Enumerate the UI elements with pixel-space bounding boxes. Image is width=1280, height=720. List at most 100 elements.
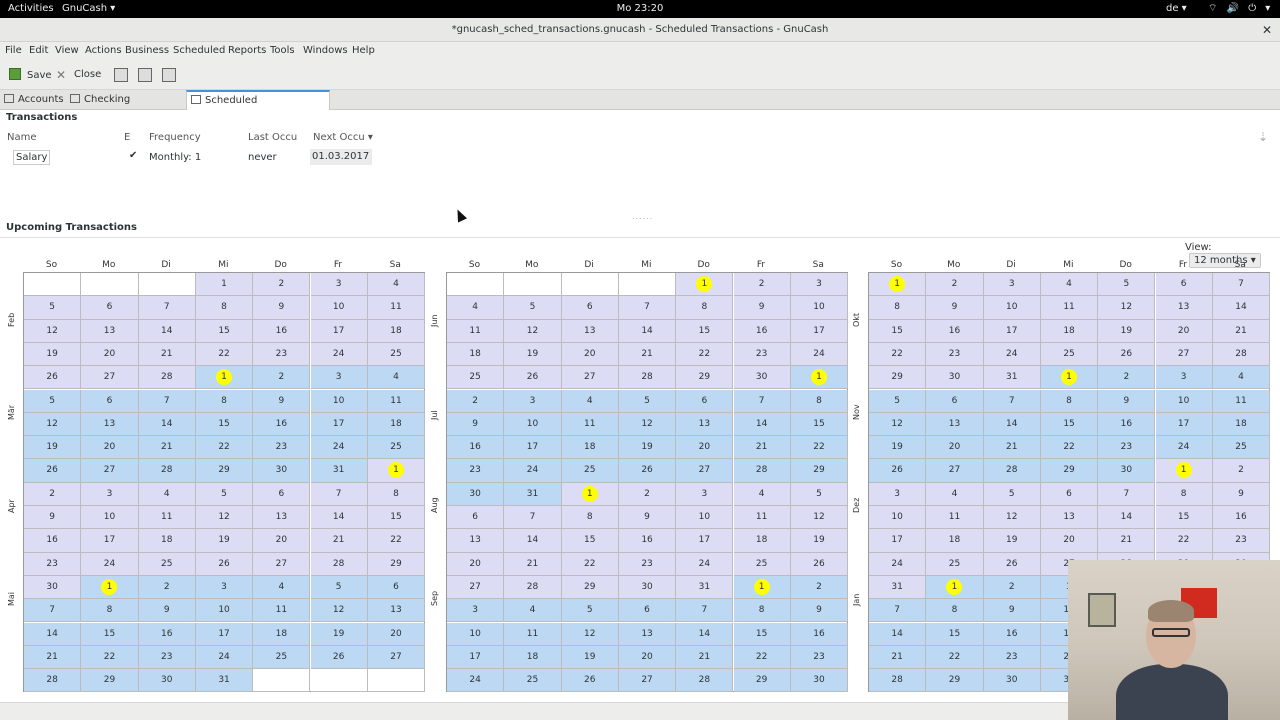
column-next-occurrence[interactable]: Next Occu ▾ xyxy=(313,132,373,143)
calendar-day-scheduled[interactable]: 1 xyxy=(790,366,849,390)
calendar-day[interactable]: 25 xyxy=(367,436,426,460)
calendar-day-scheduled[interactable]: 1 xyxy=(195,366,254,390)
calendar-day[interactable]: 10 xyxy=(869,506,927,530)
calendar-day[interactable]: 24 xyxy=(195,645,254,670)
menu-tools[interactable]: Tools xyxy=(270,45,295,56)
calendar-day[interactable]: 25 xyxy=(561,459,619,483)
calendar-day[interactable]: 6 xyxy=(81,296,139,320)
calendar-day[interactable]: 26 xyxy=(1098,342,1156,367)
calendar-day[interactable]: 23 xyxy=(24,552,82,576)
calendar-day[interactable]: 3 xyxy=(504,389,562,413)
calendar-day[interactable]: 30 xyxy=(1098,459,1156,483)
calendar-day[interactable]: 27 xyxy=(253,552,311,576)
calendar-day[interactable]: 24 xyxy=(676,552,734,576)
calendar-day[interactable]: 19 xyxy=(504,342,562,367)
calendar-day[interactable]: 5 xyxy=(195,482,254,506)
calendar-day[interactable]: 4 xyxy=(504,599,562,623)
calendar-day[interactable]: 8 xyxy=(1155,482,1213,506)
calendar-day[interactable]: 13 xyxy=(926,412,984,437)
calendar-day[interactable]: 23 xyxy=(253,436,311,460)
calendar-day[interactable]: 9 xyxy=(138,599,196,623)
calendar-day[interactable]: 20 xyxy=(1155,319,1213,343)
calendar-day[interactable]: 7 xyxy=(504,506,562,530)
calendar-day[interactable]: 30 xyxy=(926,366,984,390)
calendar-day[interactable]: 15 xyxy=(561,529,619,553)
calendar-day[interactable]: 14 xyxy=(504,529,562,553)
calendar-day[interactable]: 10 xyxy=(983,296,1041,320)
calendar-day[interactable]: 17 xyxy=(869,529,927,553)
calendar-day[interactable]: 29 xyxy=(733,669,791,693)
calendar-day[interactable]: 19 xyxy=(1098,319,1156,343)
calendar-day[interactable]: 29 xyxy=(561,575,619,600)
calendar-day[interactable]: 29 xyxy=(1040,459,1099,483)
calendar-day[interactable]: 11 xyxy=(253,599,311,623)
calendar-day[interactable]: 23 xyxy=(618,552,677,576)
calendar-day[interactable]: 6 xyxy=(81,389,139,413)
calendar-day[interactable]: 15 xyxy=(926,622,984,646)
calendar-day[interactable]: 19 xyxy=(310,622,368,646)
calendar-day[interactable]: 4 xyxy=(138,482,196,506)
calendar-day[interactable]: 22 xyxy=(676,342,734,367)
calendar-day-scheduled[interactable]: 1 xyxy=(1155,459,1213,483)
calendar-day[interactable]: 12 xyxy=(504,319,562,343)
calendar-day[interactable]: 17 xyxy=(447,645,505,670)
calendar-day[interactable]: 25 xyxy=(733,552,791,576)
calendar-day[interactable]: 16 xyxy=(447,436,505,460)
calendar-day[interactable]: 21 xyxy=(24,645,82,670)
calendar-day[interactable]: 14 xyxy=(618,319,677,343)
calendar-day[interactable]: 28 xyxy=(138,459,196,483)
language-indicator[interactable]: de ▾ xyxy=(1166,3,1187,14)
calendar-day[interactable]: 24 xyxy=(447,669,505,693)
calendar-day-scheduled[interactable]: 1 xyxy=(733,575,791,600)
calendar-day[interactable]: 27 xyxy=(926,459,984,483)
calendar-day[interactable]: 30 xyxy=(253,459,311,483)
calendar-day[interactable]: 23 xyxy=(138,645,196,670)
menu-reports[interactable]: Reports xyxy=(228,45,266,56)
calendar-day[interactable]: 27 xyxy=(1155,342,1213,367)
calendar-day[interactable]: 9 xyxy=(983,599,1041,623)
calendar-day[interactable]: 23 xyxy=(447,459,505,483)
calendar-day[interactable]: 24 xyxy=(983,342,1041,367)
calendar-day[interactable]: 3 xyxy=(869,482,927,506)
calendar-day[interactable]: 2 xyxy=(253,273,311,297)
calendar-day[interactable]: 18 xyxy=(561,436,619,460)
calendar-day[interactable]: 24 xyxy=(869,552,927,576)
calendar-day[interactable]: 10 xyxy=(790,296,849,320)
calendar-day[interactable]: 15 xyxy=(676,319,734,343)
calendar-day[interactable]: 7 xyxy=(1212,273,1271,297)
calendar-day[interactable]: 3 xyxy=(790,273,849,297)
calendar-day[interactable]: 15 xyxy=(869,319,927,343)
calendar-day[interactable]: 25 xyxy=(1212,436,1271,460)
calendar-day[interactable]: 21 xyxy=(138,342,196,367)
calendar-day[interactable]: 13 xyxy=(81,412,139,437)
calendar-day[interactable]: 4 xyxy=(1212,366,1271,390)
calendar-day[interactable]: 18 xyxy=(138,529,196,553)
calendar-day[interactable]: 9 xyxy=(926,296,984,320)
calendar-day[interactable]: 10 xyxy=(195,599,254,623)
calendar-day[interactable]: 27 xyxy=(447,575,505,600)
calendar-day[interactable]: 8 xyxy=(367,482,426,506)
calendar-day[interactable]: 18 xyxy=(733,529,791,553)
calendar-day[interactable]: 12 xyxy=(310,599,368,623)
calendar-day[interactable]: 16 xyxy=(24,529,82,553)
calendar-day[interactable]: 21 xyxy=(1098,529,1156,553)
calendar-day[interactable]: 20 xyxy=(447,552,505,576)
calendar-day[interactable]: 23 xyxy=(733,342,791,367)
calendar-day[interactable]: 2 xyxy=(983,575,1041,600)
calendar-day[interactable]: 14 xyxy=(733,412,791,437)
calendar-day[interactable]: 9 xyxy=(253,296,311,320)
menu-edit[interactable]: Edit xyxy=(29,45,48,56)
calendar-day[interactable]: 24 xyxy=(1155,436,1213,460)
calendar-day[interactable]: 23 xyxy=(926,342,984,367)
calendar-day[interactable]: 20 xyxy=(367,622,426,646)
calendar-day[interactable]: 14 xyxy=(1212,296,1271,320)
calendar-day[interactable]: 15 xyxy=(733,622,791,646)
new-schedule-button[interactable] xyxy=(114,68,128,82)
calendar-day[interactable]: 12 xyxy=(790,506,849,530)
calendar-day[interactable]: 16 xyxy=(618,529,677,553)
calendar-day[interactable]: 14 xyxy=(869,622,927,646)
calendar-day[interactable]: 18 xyxy=(504,645,562,670)
calendar-day[interactable]: 4 xyxy=(253,575,311,600)
calendar-day[interactable]: 19 xyxy=(195,529,254,553)
calendar-day[interactable]: 25 xyxy=(253,645,311,670)
